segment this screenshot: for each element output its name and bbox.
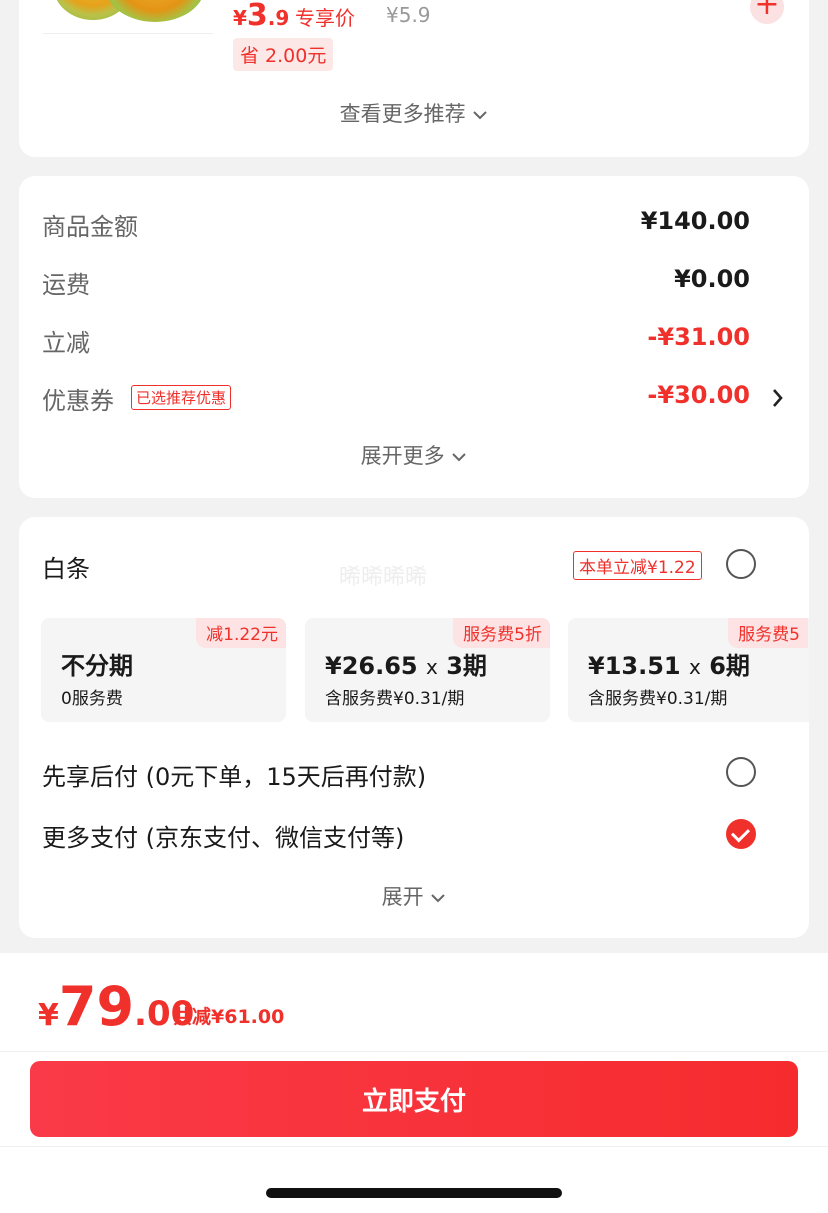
pay-later-option[interactable]: 先享后付 (0元下单，15天后再付款) [42,757,426,792]
total-saved: 共减¥61.00 [173,1006,285,1028]
savings-badge: 省 2.00元 [233,38,334,71]
plan-periods: 6期 [709,652,750,680]
goods-amount-value: ¥140.00 [640,207,750,235]
coupon-label: 优惠券 [42,387,114,415]
chevron-down-icon [452,453,467,462]
view-more-recommendations[interactable]: 查看更多推荐 [19,98,809,128]
shipping-value: ¥0.00 [674,265,750,293]
shipping-label: 运费 [42,271,90,299]
chevron-right-icon[interactable] [771,387,785,409]
product-thumbnail[interactable] [43,0,213,34]
plan-title: ¥26.65 x 3期 [325,646,487,681]
price-decimal: .9 [267,6,290,30]
amount-row-shipping: 运费 ¥0.00 [42,261,785,301]
expand-more-label: 展开更多 [360,444,445,468]
installment-plan-none[interactable]: 减1.22元 不分期 0服务费 [41,618,286,722]
plan-tag: 减1.22元 [196,618,286,648]
price-integer: 3 [246,0,268,33]
chevron-down-icon [473,111,488,120]
total-integer: 79 [58,975,135,1038]
price-symbol: ¥ [233,6,247,30]
goods-amount-label: 商品金额 [42,213,138,241]
plan-multiplier: x [425,655,438,679]
home-indicator [266,1188,562,1198]
view-more-label: 查看更多推荐 [339,102,466,126]
plan-tag: 服务费5 [728,618,808,648]
fruit-bowl-image-2 [105,0,205,22]
baitiao-radio[interactable] [726,549,756,579]
amount-row-goods: 商品金额 ¥140.00 [42,203,785,243]
discount-value: -¥31.00 [647,323,750,351]
coupon-value: -¥30.00 [647,381,750,409]
recommended-price: ¥3.9 [233,0,289,33]
more-payment-radio-checked[interactable] [726,819,756,849]
plan-title: 不分期 [61,652,133,680]
pay-later-radio[interactable] [726,757,756,787]
add-to-cart-button[interactable]: + [750,0,784,24]
divider [0,1051,828,1052]
checkout-bar: ¥79.00 共减¥61.00 立即支付 [0,953,828,1213]
expand-payment-options[interactable]: 展开 [19,881,809,911]
total-symbol: ¥ [38,998,59,1033]
installment-plan-3[interactable]: 服务费5折 ¥26.65 x 3期 含服务费¥0.31/期 [305,618,550,722]
total-price: ¥79.00 [38,975,194,1038]
chevron-down-icon [431,894,446,903]
recommendation-card: ¥3.9 专享价 ¥5.9 省 2.00元 + 查看更多推荐 [19,0,809,157]
amount-row-discount: 立减 -¥31.00 [42,319,785,359]
plan-fee: 含服务费¥0.31/期 [325,689,465,709]
pay-now-button[interactable]: 立即支付 [30,1061,798,1137]
plan-amount: ¥13.51 [588,652,681,680]
more-payment-option[interactable]: 更多支付 (京东支付、微信支付等) [42,818,404,853]
plan-fee: 含服务费¥0.31/期 [588,689,728,709]
discount-label: 立减 [42,329,90,357]
plan-title: ¥13.51 x 6期 [588,646,750,681]
expand-label: 展开 [381,885,424,909]
amount-row-coupon[interactable]: 优惠券 已选推荐优惠 -¥30.00 [42,377,785,417]
divider [0,1146,828,1147]
plan-tag: 服务费5折 [453,618,550,648]
installment-plan-6[interactable]: 服务费5 ¥13.51 x 6期 含服务费¥0.31/期 [568,618,809,722]
baitiao-label: 白条 [42,555,90,583]
payment-method-card: 白条 晞晞晞晞 本单立减¥1.22 减1.22元 不分期 0服务费 服务费5折 … [19,517,809,938]
plan-periods: 3期 [446,652,487,680]
plan-fee: 0服务费 [61,689,123,709]
plan-amount: ¥26.65 [325,652,418,680]
plan-multiplier: x [688,655,701,679]
instant-discount-tag: 本单立减¥1.22 [573,551,702,580]
watermark-text: 晞晞晞晞 [339,565,428,590]
amount-breakdown-card: 商品金额 ¥140.00 运费 ¥0.00 立减 -¥31.00 优惠券 已选推… [19,176,809,498]
expand-more-amount[interactable]: 展开更多 [19,440,809,470]
coupon-recommended-tag: 已选推荐优惠 [131,385,232,410]
original-price: ¥5.9 [386,3,431,27]
exclusive-price-label: 专享价 [295,6,355,30]
